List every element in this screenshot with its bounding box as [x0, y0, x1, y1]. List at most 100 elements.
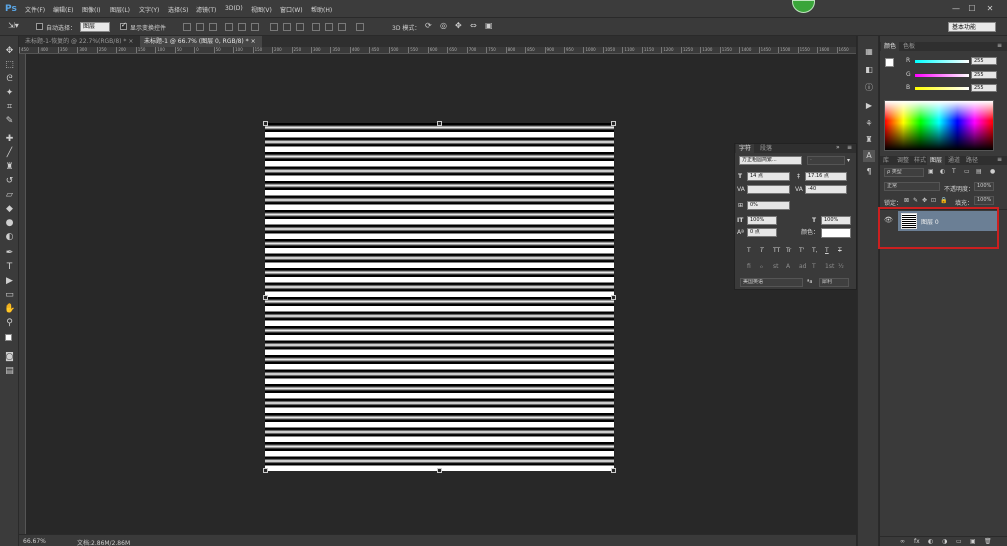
tab-swatches[interactable]: 色板 [900, 42, 918, 51]
properties-panel-icon[interactable]: ◧ [863, 64, 875, 76]
faux-bold-icon[interactable]: T [747, 247, 751, 254]
blue-slider[interactable] [915, 87, 969, 90]
distribute-hcenter-icon[interactable] [325, 23, 333, 31]
dodge-icon[interactable]: ◐ [4, 232, 15, 243]
fill-input[interactable]: 100% [974, 196, 994, 205]
zoom-level[interactable]: 66.67% [23, 538, 46, 545]
ordinals-icon[interactable]: 1st [825, 263, 834, 270]
new-group-icon[interactable]: ▭ [956, 538, 962, 545]
magic-wand-icon[interactable]: ✦ [4, 88, 15, 99]
red-slider[interactable] [915, 60, 969, 63]
lock-all-icon[interactable]: 🔒 [940, 197, 947, 204]
type-icon[interactable]: T [4, 262, 15, 273]
show-transform-checkbox[interactable] [120, 21, 127, 30]
tab-paths[interactable]: 路径 [963, 156, 981, 165]
healing-brush-icon[interactable]: ✚ [4, 134, 15, 145]
zoom-icon[interactable]: ⚲ [4, 318, 15, 329]
auto-select-checkbox[interactable] [36, 23, 43, 30]
transform-handle-left[interactable] [263, 295, 268, 300]
3d-roll-icon[interactable]: ◎ [440, 21, 447, 30]
brush-panel-icon[interactable]: ⚘ [863, 118, 875, 130]
transform-handle-top-left[interactable] [263, 121, 268, 126]
paint-bucket-icon[interactable]: ◆ [4, 204, 15, 215]
menu-view[interactable]: 视图(V) [251, 5, 272, 14]
lock-image-icon[interactable]: ✎ [913, 197, 918, 204]
marquee-icon[interactable]: ⬚ [4, 60, 15, 71]
tab-layers[interactable]: 图层 [927, 156, 946, 165]
lasso-icon[interactable]: ᘓ [4, 74, 15, 85]
menu-help[interactable]: 帮助(H) [311, 5, 332, 14]
stylistic-alternates-icon[interactable]: ad [799, 263, 807, 270]
menu-edit[interactable]: 编辑(E) [53, 5, 73, 14]
filter-pixel-icon[interactable]: ▣ [928, 168, 934, 175]
delete-layer-icon[interactable]: 🗑 [984, 538, 992, 545]
menu-select[interactable]: 选择(S) [168, 5, 189, 14]
opacity-input[interactable]: 100% [974, 182, 994, 191]
lock-position-icon[interactable]: ✥ [922, 197, 927, 204]
font-dropdown-icon[interactable]: ▾ [847, 156, 850, 165]
panel-menu-icon[interactable]: ≡ [997, 42, 1002, 49]
ligature-icon[interactable]: fi [747, 263, 751, 270]
close-icon[interactable]: ✕ [984, 3, 996, 15]
tracking-input[interactable]: -40 [805, 185, 847, 194]
tsume-input[interactable]: 0% [747, 201, 790, 210]
foreground-color-swatch[interactable] [5, 334, 12, 341]
auto-align-icon[interactable] [356, 23, 364, 31]
contextual-alternates-icon[interactable]: ℴ [760, 263, 763, 270]
green-value-input[interactable]: 255 [971, 71, 997, 79]
path-selection-icon[interactable]: ▶ [4, 276, 15, 287]
titling-alternates-icon[interactable]: T [812, 263, 816, 270]
distribute-vcenter-icon[interactable] [283, 23, 291, 31]
pen-icon[interactable]: ✒ [4, 248, 15, 259]
clone-source-icon[interactable]: ♜ [863, 134, 875, 146]
menu-filter[interactable]: 滤镜(T) [196, 5, 216, 14]
horizontal-scale-input[interactable]: 100% [821, 216, 851, 225]
tab-color[interactable]: 颜色 [881, 42, 900, 51]
transform-handle-top[interactable] [437, 121, 442, 126]
hand-icon[interactable]: ✋ [4, 304, 15, 315]
actions-panel-icon[interactable]: ▶ [863, 100, 875, 112]
lock-transparent-icon[interactable]: ⊠ [904, 197, 909, 204]
swash-icon[interactable]: A [786, 263, 790, 270]
distribute-right-icon[interactable] [338, 23, 346, 31]
filter-smart-object-icon[interactable]: ▤ [976, 168, 982, 175]
distribute-top-icon[interactable] [270, 23, 278, 31]
filter-toggle-icon[interactable]: ● [990, 168, 995, 175]
discretionary-ligatures-icon[interactable]: st [773, 263, 778, 270]
move-icon[interactable]: ✥ [4, 46, 15, 57]
screen-mode-icon[interactable]: ▤ [4, 366, 15, 377]
blend-mode-select[interactable]: 正常 [884, 182, 940, 191]
menu-file[interactable]: 文件(F) [25, 5, 45, 14]
font-size-input[interactable]: 14 点 [747, 172, 790, 181]
crop-icon[interactable]: ⌗ [4, 102, 15, 113]
transform-handle-bottom-right[interactable] [611, 468, 616, 473]
align-hcenter-icon[interactable] [238, 23, 246, 31]
strikethrough-icon[interactable]: T [838, 247, 842, 254]
menu-3d[interactable]: 3D(D) [225, 5, 243, 12]
striped-document[interactable] [265, 123, 614, 471]
blue-value-input[interactable]: 255 [971, 84, 997, 92]
filter-type-icon[interactable]: T [952, 168, 956, 175]
eraser-icon[interactable]: ▱ [4, 190, 15, 201]
brush-icon[interactable]: ╱ [4, 148, 15, 159]
close-tab-icon[interactable]: × [251, 38, 256, 45]
distribute-bottom-icon[interactable] [296, 23, 304, 31]
panel-collapse-icon[interactable]: » [836, 144, 840, 151]
anti-alias-select[interactable]: 犀利 [819, 278, 849, 287]
text-color-swatch[interactable] [821, 228, 851, 238]
link-layers-icon[interactable]: ∞ [900, 538, 905, 545]
menu-layer[interactable]: 图层(L) [110, 5, 130, 14]
blur-icon[interactable]: ● [4, 218, 15, 229]
align-top-icon[interactable] [183, 23, 191, 31]
info-panel-icon[interactable]: ⓘ [863, 82, 875, 94]
maximize-icon[interactable]: ☐ [966, 3, 978, 15]
auto-select-dropdown[interactable]: 图层 [80, 22, 110, 32]
move-tool-icon[interactable]: ⇲▾ [8, 21, 19, 30]
transform-handle-bottom-left[interactable] [263, 468, 268, 473]
align-bottom-icon[interactable] [209, 23, 217, 31]
tab-channels[interactable]: 通道 [945, 156, 963, 165]
menu-window[interactable]: 窗口(W) [280, 5, 303, 14]
eyedropper-icon[interactable]: ✎ [4, 116, 15, 127]
new-layer-icon[interactable]: ▣ [970, 538, 976, 545]
clone-stamp-icon[interactable]: ♜ [4, 162, 15, 173]
